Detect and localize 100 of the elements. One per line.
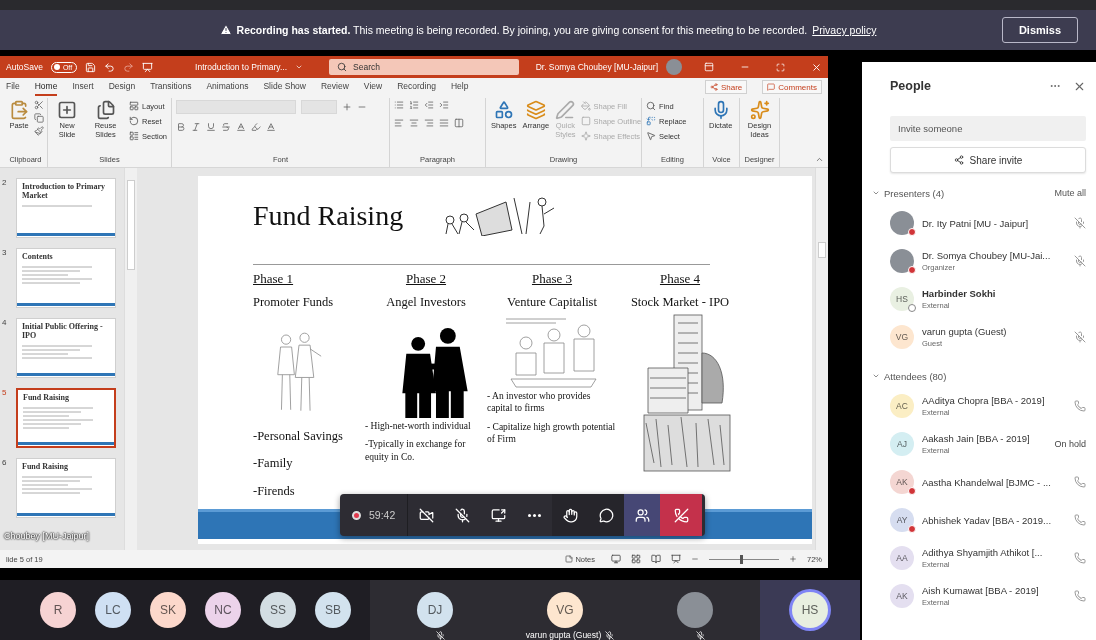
presentation-icon[interactable] — [142, 61, 154, 73]
ribbon-tab[interactable]: Recording — [397, 81, 436, 96]
ribbon-tab[interactable]: View — [363, 81, 383, 96]
phone-icon[interactable] — [1074, 400, 1086, 412]
caret-icon[interactable] — [872, 372, 880, 380]
people-button[interactable] — [624, 494, 661, 536]
save-icon[interactable] — [85, 61, 97, 73]
ribbon-tab[interactable]: Slide Show — [263, 81, 306, 96]
numbering-icon[interactable] — [409, 100, 419, 110]
indent-icon[interactable] — [439, 100, 449, 110]
justify-icon[interactable] — [439, 118, 449, 128]
paintbrush-icon[interactable] — [34, 126, 44, 136]
comment-icon — [767, 83, 776, 91]
mic-off-icon[interactable] — [1074, 217, 1086, 229]
bold-icon[interactable] — [176, 122, 186, 132]
ribbon-tab[interactable]: Transitions — [150, 81, 192, 96]
ribbon-tab[interactable]: File — [6, 81, 20, 96]
slide-thumbnail[interactable]: Contents — [16, 248, 116, 308]
font-color-icon[interactable] — [266, 122, 276, 132]
video-tile[interactable] — [630, 580, 760, 640]
slide-thumbnail[interactable]: Fund Raising — [16, 458, 116, 518]
bullets-icon[interactable] — [394, 100, 404, 110]
caret-icon[interactable] — [872, 189, 880, 197]
slide-thumbnail[interactable]: Introduction to Primary Market — [16, 178, 116, 238]
plus-icon[interactable] — [342, 102, 352, 112]
quick-styles-icon — [555, 100, 576, 120]
video-tile[interactable]: DJ — [370, 580, 500, 640]
bullet-text: -Firends — [253, 482, 296, 499]
zoom-slider-thumb[interactable] — [740, 554, 744, 564]
video-tile[interactable]: HS — [760, 580, 860, 640]
ribbon-tab[interactable]: Design — [108, 81, 136, 96]
document-title[interactable]: Introduction to Primary... — [195, 62, 288, 72]
slide-sorter-icon[interactable] — [631, 554, 641, 564]
slide-number: 6 — [2, 458, 8, 469]
reading-view-icon[interactable] — [651, 554, 661, 564]
comments-button[interactable]: Comments — [762, 80, 822, 94]
participant-avatar[interactable]: R — [40, 592, 76, 628]
normal-view-icon[interactable] — [611, 554, 621, 564]
dismiss-button[interactable]: Dismiss — [1002, 17, 1078, 43]
highlighter-icon[interactable] — [251, 122, 261, 132]
align-right-icon[interactable] — [424, 118, 434, 128]
ribbon-tab[interactable]: Animations — [206, 81, 249, 96]
section-title[interactable]: Presenters (4) — [884, 187, 945, 199]
mic-off-icon[interactable] — [1074, 255, 1086, 267]
columns-icon[interactable] — [454, 118, 464, 128]
copy-icon[interactable] — [34, 113, 44, 123]
participant-name: Abhishek Yadav [BBA - 2019... — [922, 514, 1053, 526]
outdent-icon[interactable] — [424, 100, 434, 110]
cut-icon[interactable] — [34, 100, 44, 110]
close-icon[interactable] — [811, 61, 822, 73]
ribbon-tab[interactable]: Review — [321, 81, 349, 96]
font-name-field[interactable] — [176, 100, 296, 114]
participant-avatar[interactable]: NC — [205, 592, 241, 628]
zoom-out-icon[interactable] — [691, 555, 699, 563]
font-size-field[interactable] — [301, 100, 337, 114]
zoom-in-icon[interactable] — [789, 555, 797, 563]
participant-avatar[interactable]: LC — [95, 592, 131, 628]
scrollbar[interactable] — [124, 168, 137, 550]
scrollbar[interactable] — [815, 168, 828, 550]
section-title[interactable]: Attendees (80) — [884, 370, 947, 382]
font-color-icon[interactable] — [236, 122, 246, 132]
participant-avatar[interactable]: SB — [315, 592, 351, 628]
mute-all-button[interactable]: Mute all — [1054, 188, 1086, 198]
raise-hand-button[interactable] — [552, 494, 589, 536]
chevron-down-icon[interactable] — [295, 63, 304, 71]
strikethrough-icon[interactable] — [221, 122, 231, 132]
maximize-icon[interactable] — [776, 62, 785, 72]
phone-icon[interactable] — [1074, 514, 1086, 526]
phone-icon[interactable] — [1074, 590, 1086, 602]
search-field[interactable]: Search — [329, 59, 520, 75]
slide-thumbnail[interactable]: Initial Public Offering - IPO — [16, 318, 116, 378]
slide-thumbnail[interactable]: Fund Raising — [16, 388, 116, 448]
hang-up-button[interactable] — [660, 494, 703, 536]
ribbon-button-icon — [646, 131, 656, 141]
mic-off-icon[interactable] — [1074, 331, 1086, 343]
italic-icon[interactable] — [191, 122, 201, 132]
participant-name: Adithya Shyamjith Athikot [... — [922, 547, 1044, 558]
phone-icon[interactable] — [1074, 552, 1086, 564]
avatar-photo-placeholder — [666, 59, 682, 75]
participant-avatar[interactable]: SS — [260, 592, 296, 628]
share-button[interactable]: Share — [704, 80, 748, 94]
avatar: AK — [890, 470, 914, 494]
share-invite-button[interactable]: Share invite — [890, 147, 1086, 173]
align-left-icon[interactable] — [394, 118, 404, 128]
video-tile[interactable]: VG varun gupta (Guest) — [500, 580, 630, 640]
align-center-icon[interactable] — [409, 118, 419, 128]
ribbon-tab[interactable]: Insert — [72, 81, 94, 96]
redo-icon[interactable] — [123, 61, 135, 73]
collapse-ribbon-icon[interactable] — [815, 155, 824, 164]
ribbon-display-icon[interactable] — [704, 62, 714, 72]
ribbon-tab[interactable]: Help — [450, 81, 469, 96]
slide-title: Fund Raising — [253, 200, 404, 232]
invite-field[interactable]: Invite someone — [890, 116, 1086, 141]
chat-button[interactable] — [588, 494, 625, 536]
participant-avatar[interactable]: SK — [150, 592, 186, 628]
underline-icon[interactable] — [206, 122, 216, 132]
privacy-policy-link[interactable]: Privacy policy — [812, 24, 877, 36]
undo-icon[interactable] — [104, 61, 116, 73]
slideshow-icon[interactable] — [671, 554, 681, 564]
phone-icon[interactable] — [1074, 476, 1086, 488]
